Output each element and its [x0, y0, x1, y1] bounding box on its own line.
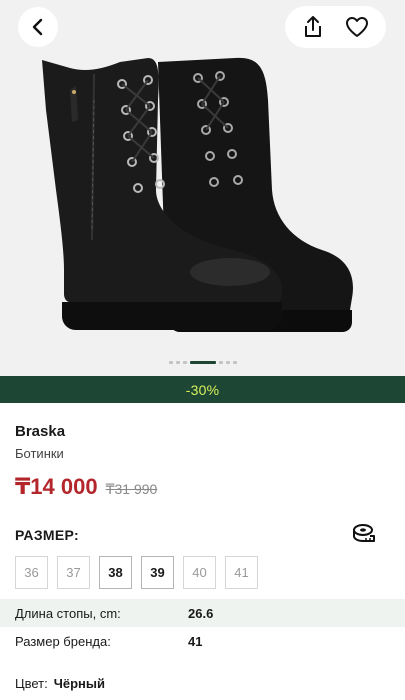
spec-row: Размер бренда: 41 — [0, 627, 405, 655]
product-image — [42, 57, 353, 332]
size-option: 36 — [15, 556, 48, 589]
chevron-left-icon — [28, 17, 48, 37]
size-option: 40 — [183, 556, 216, 589]
product-category: Ботинки — [15, 446, 64, 461]
spec-value: 41 — [188, 633, 203, 649]
pagination-dot[interactable] — [175, 361, 180, 364]
brand-name[interactable]: Braska — [15, 423, 65, 440]
back-button[interactable] — [18, 7, 58, 47]
pagination-dot-active[interactable] — [189, 361, 216, 364]
size-title: РАЗМЕР: — [15, 527, 79, 543]
spec-label: Длина стопы, cm: — [15, 605, 121, 621]
pagination-dot[interactable] — [168, 361, 173, 364]
color-label: Цвет: — [15, 676, 48, 691]
current-price: ₸14 000 — [15, 474, 98, 499]
pagination-dot[interactable] — [225, 361, 230, 364]
discount-banner: -30% — [0, 376, 405, 403]
share-icon[interactable] — [302, 15, 324, 39]
spec-row: Длина стопы, cm: 26.6 — [0, 599, 405, 627]
size-selector: 36 37 38 39 40 41 — [15, 556, 258, 589]
old-price: ₸31 990 — [105, 481, 158, 497]
product-gallery[interactable] — [0, 0, 405, 376]
size-option[interactable]: 39 — [141, 556, 174, 589]
size-specs: Длина стопы, cm: 26.6 Размер бренда: 41 — [0, 599, 405, 655]
spec-value: 26.6 — [188, 605, 214, 621]
pagination-dot[interactable] — [232, 361, 237, 364]
spec-label: Размер бренда: — [15, 633, 111, 649]
size-option: 41 — [225, 556, 258, 589]
size-option: 37 — [57, 556, 90, 589]
color-value: Чёрный — [53, 676, 106, 691]
color-row: Цвет: Чёрный — [15, 676, 105, 691]
heart-icon[interactable] — [345, 16, 369, 38]
size-option[interactable]: 38 — [99, 556, 132, 589]
pagination-dot[interactable] — [218, 361, 223, 364]
gallery-pagination — [0, 361, 405, 364]
discount-text: -30% — [185, 381, 220, 398]
price-row: ₸14 000 ₸31 990 — [15, 474, 157, 500]
header-actions — [285, 6, 386, 48]
measuring-tape-icon[interactable] — [352, 521, 376, 545]
pagination-dot[interactable] — [182, 361, 187, 364]
